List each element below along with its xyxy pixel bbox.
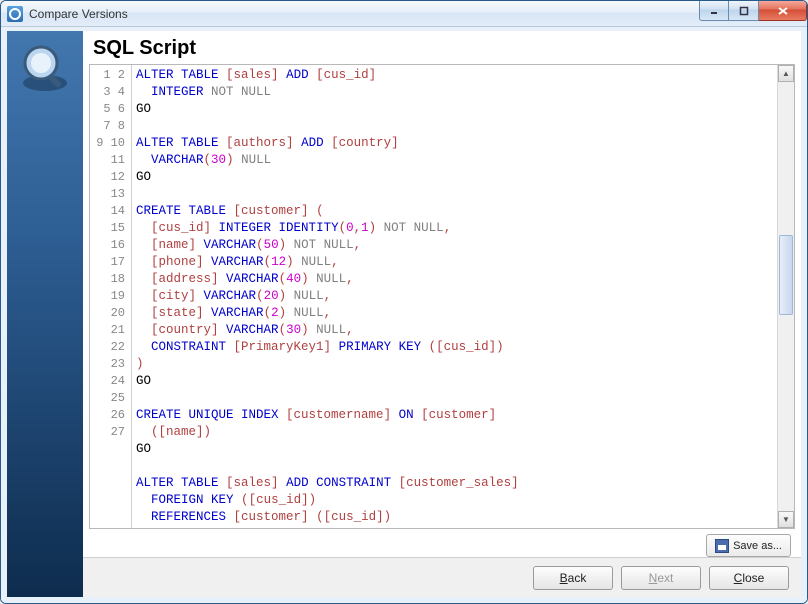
- save-as-button[interactable]: Save as...: [706, 534, 791, 557]
- magnifier-icon: [17, 39, 73, 95]
- minimize-button[interactable]: [699, 1, 729, 21]
- wizard-sidebar: [7, 31, 83, 597]
- scroll-down-arrow-icon[interactable]: ▼: [778, 511, 794, 528]
- page-title: SQL Script: [83, 31, 801, 64]
- window-title: Compare Versions: [29, 7, 128, 21]
- save-as-label: Save as...: [733, 540, 782, 552]
- back-button[interactable]: Back: [533, 566, 613, 590]
- close-window-button[interactable]: [759, 1, 807, 21]
- scrollbar-thumb[interactable]: [779, 235, 793, 315]
- code-area[interactable]: ALTER TABLE [sales] ADD [cus_id] INTEGER…: [132, 65, 777, 528]
- vertical-scrollbar[interactable]: ▲ ▼: [777, 65, 794, 528]
- main-panel: SQL Script 1 2 3 4 5 6 7 8 9 10 11 12 13…: [83, 31, 801, 597]
- compare-versions-window: Compare Versions: [0, 0, 808, 604]
- floppy-disk-icon: [715, 539, 729, 553]
- sql-editor[interactable]: 1 2 3 4 5 6 7 8 9 10 11 12 13 14 15 16 1…: [89, 64, 795, 529]
- line-gutter: 1 2 3 4 5 6 7 8 9 10 11 12 13 14 15 16 1…: [90, 65, 132, 528]
- wizard-footer: Back Next Close: [83, 557, 801, 597]
- maximize-button[interactable]: [729, 1, 759, 21]
- next-button: Next: [621, 566, 701, 590]
- scroll-up-arrow-icon[interactable]: ▲: [778, 65, 794, 82]
- save-row: Save as...: [83, 531, 801, 557]
- close-button[interactable]: Close: [709, 566, 789, 590]
- window-controls: [699, 1, 807, 21]
- titlebar[interactable]: Compare Versions: [1, 1, 807, 27]
- client-area: SQL Script 1 2 3 4 5 6 7 8 9 10 11 12 13…: [1, 27, 807, 603]
- app-icon: [7, 6, 23, 22]
